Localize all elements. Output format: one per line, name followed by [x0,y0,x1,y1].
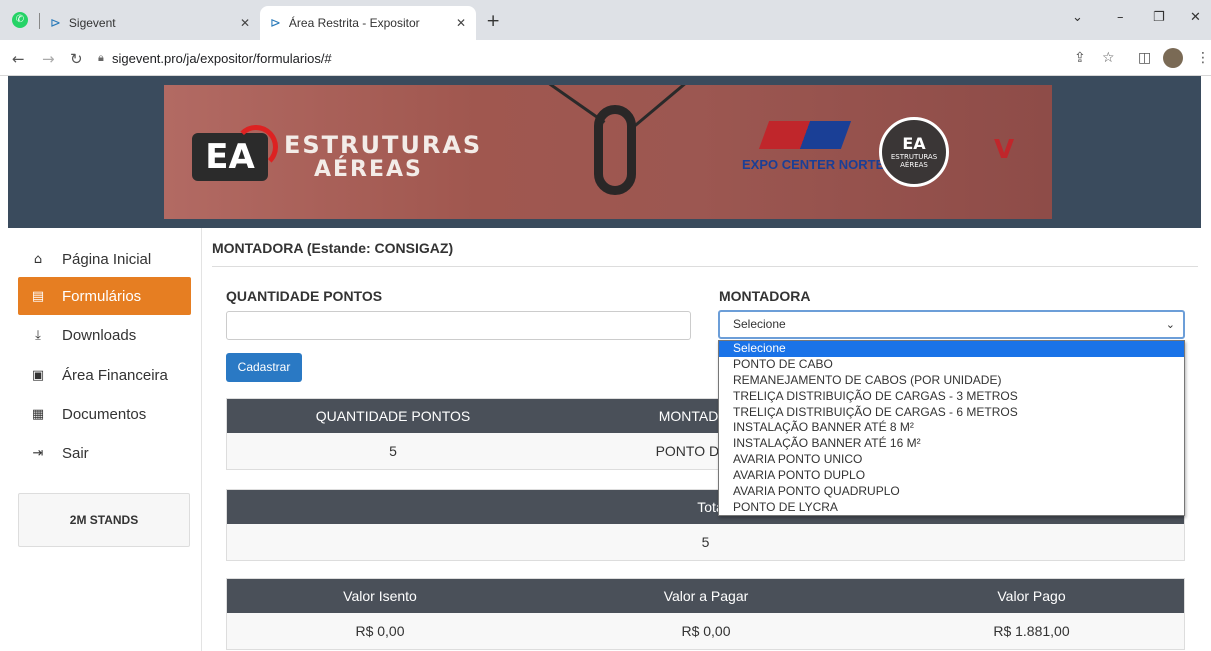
bookmark-star-icon[interactable]: ☆ [1102,50,1115,66]
sidebar-item-sair[interactable]: ⇥ Sair [18,434,191,472]
quantity-input[interactable] [226,311,691,340]
dropdown-option[interactable]: REMANEJAMENTO DE CABOS (POR UNIDADE) [719,373,1184,389]
sidebar-item-downloads[interactable]: ⤓ Downloads [18,316,191,354]
page-title: MONTADORA (Estande: CONSIGAZ) [212,240,454,256]
sigevent-favicon-icon: ⊳ [50,15,61,31]
table-row: R$ 0,00 R$ 0,00 R$ 1.881,00 [227,613,1184,649]
sidebar-item-formularios[interactable]: ▤ Formulários [18,277,191,315]
dropdown-option[interactable]: AVARIA PONTO DUPLO [719,468,1184,484]
form-icon: ▤ [31,288,45,304]
montadora-label: MONTADORA [719,288,811,304]
table-cell: R$ 1.881,00 [993,623,1070,639]
sidebar-item-area-financeira[interactable]: ▣ Área Financeira [18,356,191,394]
ea-swoosh-graphic [234,125,278,169]
download-icon: ⤓ [35,327,41,343]
column-header: Valor Pago [997,588,1066,604]
profile-avatar[interactable] [1163,48,1183,68]
dropdown-option[interactable]: TRELIÇA DISTRIBUIÇÃO DE CARGAS - 3 METRO… [719,389,1184,405]
browser-tab-bar: ✆ ⊳ Sigevent ✕ ⊳ Área Restrita - Exposit… [0,0,1211,40]
menu-kebab-icon[interactable]: ⋮ [1196,50,1210,66]
back-icon[interactable]: ← [12,50,25,68]
dropdown-option[interactable]: Selecione [719,341,1184,357]
event-banner: EA ESTRUTURAS AÉREAS EXPO CENTER NORTE E… [164,85,1052,219]
sidebar-divider [201,228,202,651]
tab-label: Área Restrita - Expositor [288,16,420,30]
home-icon: ⌂ [33,251,43,267]
values-table: Valor Isento Valor a Pagar Valor Pago R$… [226,578,1185,650]
montadora-select[interactable]: Selecione ⌄ [718,310,1185,339]
tab-sigevent[interactable]: ⊳ Sigevent ✕ [40,6,260,40]
tab-area-restrita[interactable]: ⊳ Área Restrita - Expositor ✕ [260,6,476,40]
document-icon: ▦ [31,406,45,422]
url-field[interactable]: sigevent.pro/ja/expositor/formularios/# [112,51,332,66]
column-header: Valor a Pagar [663,588,749,604]
address-bar: ← → ↻ 🔒︎ sigevent.pro/ja/expositor/formu… [0,40,1211,76]
sidebar-item-label: Sair [62,444,89,462]
dropdown-option[interactable]: AVARIA PONTO UNICO [719,452,1184,468]
sigevent-favicon-icon: ⊳ [270,15,281,31]
tab-label: Sigevent [68,16,116,30]
v-logo: V [994,135,1015,165]
rigging-ring-graphic [594,105,636,195]
forward-icon[interactable]: → [42,50,55,68]
table-cell: R$ 0,00 [681,623,731,639]
dropdown-option[interactable]: INSTALAÇÃO BANNER ATÉ 8 M² [719,420,1184,436]
sidebar-item-label: Página Inicial [62,250,152,268]
sidebar-item-label: Downloads [62,326,137,344]
table-header: Valor Isento Valor a Pagar Valor Pago [227,579,1184,613]
share-icon[interactable]: ⇪ [1074,50,1086,66]
brand-line-1: ESTRUTURAS [284,131,483,159]
brand-line-2: AÉREAS [314,157,423,182]
montadora-dropdown-list: Selecione PONTO DE CABO REMANEJAMENTO DE… [718,340,1185,516]
quantity-label: QUANTIDADE PONTOS [226,288,383,304]
venue-name: EXPO CENTER NORTE [742,157,885,172]
sidebar: ⌂ Página Inicial ▤ Formulários ⤓ Downloa… [8,228,201,651]
restore-icon[interactable]: ❐ [1153,10,1165,25]
column-header: Valor Isento [343,588,417,604]
ea-badge-logo: EA [902,134,926,153]
lock-icon[interactable]: 🔒︎ [98,51,104,65]
dropdown-option[interactable]: INSTALAÇÃO BANNER ATÉ 16 M² [719,436,1184,452]
dropdown-option[interactable]: AVARIA PONTO QUADRUPLO [719,484,1184,500]
title-divider [212,266,1198,267]
whatsapp-icon[interactable]: ✆ [12,12,28,28]
column-header: QUANTIDADE PONTOS [315,408,471,424]
window-close-icon[interactable]: ✕ [1190,10,1201,25]
dropdown-option[interactable]: PONTO DE LYCRA [719,500,1184,516]
new-tab-button[interactable]: + [486,11,500,31]
stands-card[interactable]: 2M STANDS [18,493,190,547]
table-row: 5 [227,524,1184,560]
reload-icon[interactable]: ↻ [70,50,83,68]
sidebar-item-label: Documentos [62,405,147,423]
sidebar-item-label: Área Financeira [62,366,168,384]
sidebar-item-pagina-inicial[interactable]: ⌂ Página Inicial [18,240,191,278]
cable-graphic [633,85,697,128]
sidebar-item-label: Formulários [62,287,142,305]
table-cell: 5 [389,443,397,459]
close-tab-icon[interactable]: ✕ [240,16,250,30]
logout-icon: ⇥ [32,445,44,461]
money-icon: ▣ [31,367,45,383]
dropdown-option[interactable]: TRELIÇA DISTRIBUIÇÃO DE CARGAS - 6 METRO… [719,405,1184,421]
table-cell: 5 [701,534,710,550]
close-tab-icon[interactable]: ✕ [456,16,466,30]
tab-search-icon[interactable]: ⌄ [1072,10,1083,25]
ea-badge-text: ESTRUTURAS AÉREAS [890,153,938,169]
select-value: Selecione [733,317,786,331]
ea-badge: EA ESTRUTURAS AÉREAS [879,117,949,187]
minimize-icon[interactable]: – [1117,10,1124,25]
expo-center-logo [758,121,852,149]
chevron-down-icon: ⌄ [1165,318,1175,331]
side-panel-icon[interactable]: ◫ [1138,50,1151,66]
table-cell: R$ 0,00 [355,623,405,639]
cadastrar-button[interactable]: Cadastrar [226,353,302,382]
dropdown-option[interactable]: PONTO DE CABO [719,357,1184,373]
sidebar-item-documentos[interactable]: ▦ Documentos [18,395,191,433]
